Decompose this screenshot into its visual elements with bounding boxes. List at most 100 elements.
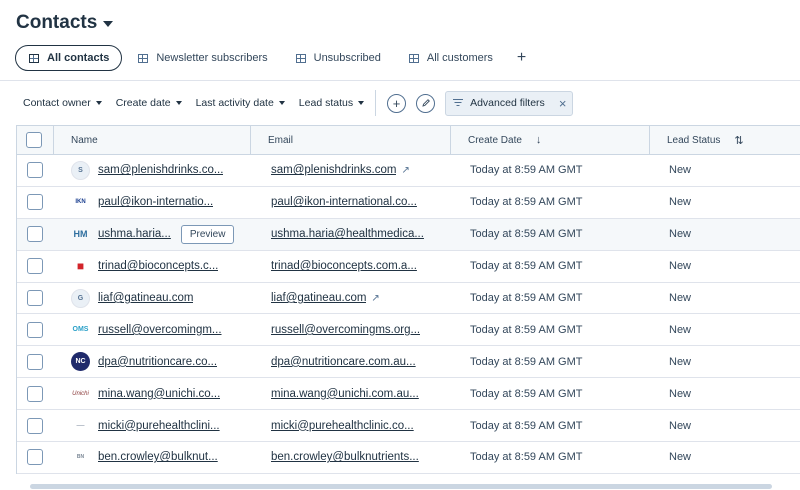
email-link[interactable]: trinad@bioconcepts.com.a... [271,260,417,272]
tab-all-customers[interactable]: All customers [395,45,507,71]
email-link[interactable]: mina.wang@unichi.com.au... [271,388,419,400]
filter-label: Lead status [298,97,354,109]
advanced-filters-button[interactable]: Advanced filters × [445,90,574,116]
contact-name-link[interactable]: liaf@gatineau.com [98,292,193,304]
page-title-group[interactable]: Contacts [16,10,114,36]
external-link-icon[interactable]: ↗ [401,165,409,176]
row-checkbox[interactable] [26,194,43,211]
contact-owner-filter[interactable]: Contact owner [16,90,109,116]
tab-all-contacts[interactable]: All contacts [15,45,123,71]
row-select-cell [17,219,54,250]
name-cell: S sam@plenishdrinks.co... [54,155,251,186]
caret-down-icon [95,101,102,105]
row-checkbox[interactable] [26,226,43,243]
table-row[interactable]: NC dpa@nutritioncare.co... dpa@nutrition… [17,346,800,379]
divider [0,80,800,81]
contact-name-link[interactable]: sam@plenishdrinks.co... [98,164,223,176]
row-checkbox[interactable] [26,290,43,306]
sort-icon[interactable]: ⇅ [734,134,743,147]
filter-icon [453,99,464,107]
contact-name-link[interactable]: russell@overcomingm... [98,324,222,336]
view-tabs: All contacts Newsletter subscribers Unsu… [15,45,536,71]
lead-status-filter[interactable]: Lead status [292,90,371,116]
table-row[interactable]: BN ben.crowley@bulknut... ben.crowley@bu… [17,442,800,474]
tab-newsletter-subscribers[interactable]: Newsletter subscribers [124,45,281,71]
lead-status-cell: New [669,196,692,209]
row-checkbox[interactable] [26,417,43,434]
last-activity-date-filter[interactable]: Last activity date [189,90,292,116]
lead-status-cell: New [669,451,692,464]
email-link[interactable]: sam@plenishdrinks.com [271,164,396,176]
row-checkbox[interactable] [26,162,43,179]
add-view-button[interactable]: + [507,45,536,71]
horizontal-scrollbar[interactable] [30,484,772,489]
contact-name-link[interactable]: trinad@bioconcepts.c... [98,260,218,272]
contact-name-link[interactable]: ushma.haria... [98,228,171,240]
row-checkbox[interactable] [26,353,43,370]
edit-filters-button[interactable] [416,93,436,113]
create-date-cell: Today at 8:59 AM GMT [470,419,583,432]
lead-status-cell: New [669,260,692,273]
email-link[interactable]: russell@overcomingms.org... [271,324,420,336]
row-select-cell [17,251,54,282]
create-date-filter[interactable]: Create date [109,90,189,116]
table-icon [295,53,306,63]
contact-name-link[interactable]: mina.wang@unichi.co... [98,388,220,400]
arrow-down-icon[interactable]: ↓ [536,134,542,146]
lead-status-cell: New [669,323,692,336]
tab-label: All contacts [47,52,110,64]
column-header-lead-status[interactable]: Lead Status ⇅ [650,126,800,154]
company-logo: Unichi [72,390,89,397]
table-row[interactable]: HM ushma.haria... Preview ushma.haria@he… [17,218,800,251]
row-checkbox[interactable] [26,258,43,275]
create-date-cell: Today at 8:59 AM GMT [470,355,583,368]
row-select-cell [17,378,54,409]
table-row[interactable]: OMS russell@overcomingm... russell@overc… [17,314,800,347]
create-date-cell: Today at 8:59 AM GMT [470,292,583,304]
table-row[interactable]: IKN paul@ikon-internatio... paul@ikon-in… [17,187,800,219]
row-checkbox[interactable] [26,385,43,402]
tab-unsubscribed[interactable]: Unsubscribed [282,45,395,71]
company-logo: — [76,421,85,431]
lead-status-cell: New [669,387,692,400]
email-cell: paul@ikon-international.co... [251,187,451,218]
pencil-icon [421,99,430,107]
contact-name-link[interactable]: micki@purehealthclini... [98,420,220,432]
row-checkbox[interactable] [26,449,43,466]
table-row[interactable]: S sam@plenishdrinks.co... sam@plenishdri… [17,155,800,187]
page-title: Contacts [16,12,98,33]
lead-status-cell: New [669,419,692,432]
column-header-email[interactable]: Email [251,126,451,154]
email-cell: russell@overcomingms.org... [251,314,451,345]
close-icon[interactable]: × [559,96,567,111]
row-select-cell [17,346,54,377]
email-link[interactable]: ushma.haria@healthmedica... [271,228,424,240]
contact-name-link[interactable]: paul@ikon-internatio... [98,196,213,208]
add-filter-button[interactable]: + [387,93,407,113]
lead-status-cell: New [669,164,692,177]
caret-down-icon[interactable] [103,21,114,27]
email-link[interactable]: paul@ikon-international.co... [271,196,417,208]
preview-button[interactable]: Preview [180,224,235,244]
contact-name-link[interactable]: ben.crowley@bulknut... [98,451,218,463]
company-logo: HM [73,229,88,240]
row-select-cell [17,442,54,473]
caret-down-icon [278,101,285,105]
row-select-cell [17,155,54,186]
column-header-name[interactable]: Name [54,126,251,154]
column-header-create-date[interactable]: Create Date ↓ [451,126,650,154]
table-row[interactable]: — micki@purehealthclini... micki@purehea… [17,410,800,443]
email-link[interactable]: dpa@nutritioncare.com.au... [271,356,416,368]
contact-name-link[interactable]: dpa@nutritioncare.co... [98,356,217,368]
lead-status-cell: New [669,228,692,241]
table-row[interactable]: ■ trinad@bioconcepts.c... trinad@bioconc… [17,251,800,283]
email-link[interactable]: micki@purehealthclinic.co... [271,420,414,432]
table-row[interactable]: Unichi mina.wang@unichi.co... mina.wang@… [17,378,800,411]
external-link-icon[interactable]: ↗ [371,293,379,304]
table-row[interactable]: G liaf@gatineau.com liaf@gatineau.com ↗ … [17,283,800,315]
row-checkbox[interactable] [26,321,43,338]
email-link[interactable]: liaf@gatineau.com [271,292,366,304]
select-all-checkbox[interactable] [26,132,42,148]
email-link[interactable]: ben.crowley@bulknutrients... [271,451,419,463]
select-all-cell [17,126,54,154]
